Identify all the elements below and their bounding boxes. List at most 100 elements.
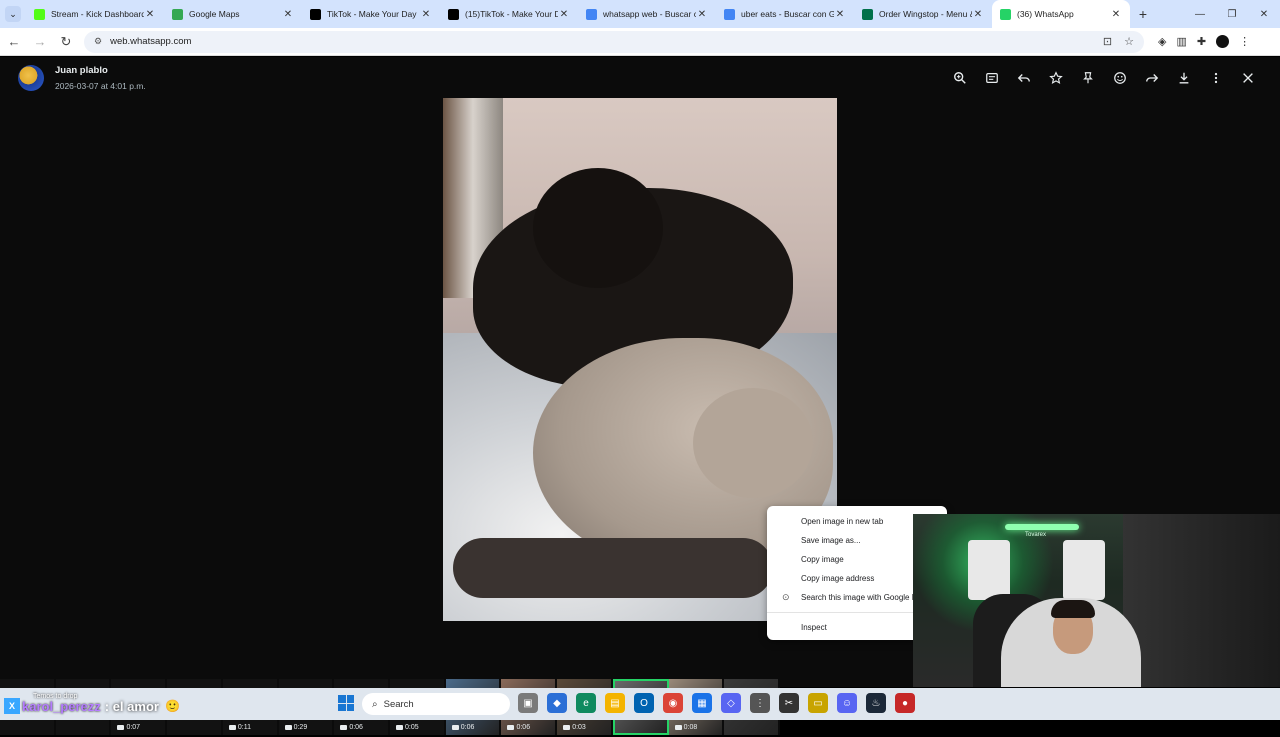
browser-tab[interactable]: (15)TikTok - Make Your Da ✕ bbox=[440, 0, 578, 28]
tab-title: (36) WhatsApp bbox=[1017, 9, 1074, 19]
tab-close-icon[interactable]: ✕ bbox=[558, 9, 570, 20]
taskbar-search-label: Search bbox=[383, 698, 414, 710]
stream-chat-line: X karol_perezz : el amor 🙂 bbox=[0, 692, 180, 720]
tab-search-button[interactable]: ⌄ bbox=[0, 0, 26, 28]
tab-favicon-icon bbox=[172, 8, 183, 20]
apps-grid-icon[interactable]: ⋮ bbox=[750, 693, 770, 713]
download-icon[interactable] bbox=[1168, 67, 1200, 89]
zoom-in-icon[interactable] bbox=[944, 67, 976, 89]
tab-title: uber eats - Buscar con Go bbox=[741, 9, 834, 19]
chat-message: : el amor bbox=[104, 698, 159, 714]
browser-tab[interactable]: uber eats - Buscar con Go ✕ bbox=[716, 0, 854, 28]
sender-avatar[interactable] bbox=[18, 65, 44, 91]
webcam-overlay: Tovarex bbox=[913, 514, 1280, 687]
chevron-down-icon: ⌄ bbox=[5, 6, 21, 22]
tab-close-icon[interactable]: ✕ bbox=[834, 9, 846, 20]
pin-icon[interactable] bbox=[1072, 67, 1104, 89]
extensions-puzzle-icon[interactable]: ✚ bbox=[1197, 35, 1206, 48]
browser-tab[interactable]: Stream - Kick Dashboard ✕ bbox=[26, 0, 164, 28]
caption-icon[interactable] bbox=[976, 67, 1008, 89]
discord-icon[interactable]: ☺ bbox=[837, 693, 857, 713]
browser-tab[interactable]: Order Wingstop - Menu & ✕ bbox=[854, 0, 992, 28]
tab-close-icon[interactable]: ✕ bbox=[282, 9, 294, 20]
address-bar: ← → ↻ ⚙ web.whatsapp.com ⊡ ☆ ◈ ▥ ✚ ⋮ bbox=[0, 28, 1280, 56]
site-info-icon[interactable]: ⚙ bbox=[94, 36, 102, 47]
video-duration: 0:07 bbox=[117, 724, 140, 731]
steam-icon[interactable]: ♨ bbox=[866, 693, 886, 713]
install-app-icon[interactable]: ⊡ bbox=[1103, 35, 1112, 48]
chat-badge-icon: X bbox=[4, 698, 20, 714]
tab-close-icon[interactable]: ✕ bbox=[696, 9, 708, 20]
capcut-icon[interactable]: ✂ bbox=[779, 693, 799, 713]
close-window-icon[interactable]: ✕ bbox=[1248, 9, 1280, 20]
ctx-label: Save image as... bbox=[801, 536, 861, 545]
tab-title: TikTok - Make Your Day bbox=[327, 9, 417, 19]
vpn-icon[interactable]: ◇ bbox=[721, 693, 741, 713]
tab-close-icon[interactable]: ✕ bbox=[420, 9, 432, 20]
tab-favicon-icon bbox=[862, 8, 873, 20]
cat-tail bbox=[453, 538, 773, 598]
tab-close-icon[interactable]: ✕ bbox=[1110, 9, 1122, 20]
reload-button[interactable]: ↻ bbox=[54, 34, 78, 50]
sender-info[interactable]: Juan plablo 2026-03-07 at 4:01 p.m. bbox=[18, 65, 146, 91]
led-sign-label: Tovarex bbox=[1025, 532, 1047, 538]
task-view-icon[interactable]: ▣ bbox=[518, 693, 538, 713]
profile-avatar[interactable] bbox=[1216, 35, 1230, 48]
video-camera-icon bbox=[451, 725, 459, 730]
new-tab-button[interactable]: + bbox=[1130, 6, 1156, 22]
url-text[interactable]: web.whatsapp.com bbox=[110, 36, 1103, 47]
browser-tab[interactable]: (36) WhatsApp ✕ bbox=[992, 0, 1130, 28]
more-icon[interactable] bbox=[1200, 67, 1232, 89]
restore-icon[interactable]: ❐ bbox=[1216, 9, 1248, 20]
browser-tab[interactable]: TikTok - Make Your Day ✕ bbox=[302, 0, 440, 28]
extension-icon-1[interactable]: ◈ bbox=[1158, 35, 1166, 48]
video-duration: 0:03 bbox=[563, 724, 586, 731]
forward-icon[interactable] bbox=[1136, 67, 1168, 89]
copilot-icon[interactable]: ◆ bbox=[547, 693, 567, 713]
ctx-label: Open image in new tab bbox=[801, 517, 884, 526]
video-camera-icon bbox=[396, 725, 404, 730]
notes-icon[interactable]: ▭ bbox=[808, 693, 828, 713]
edge-icon[interactable]: e bbox=[576, 693, 596, 713]
video-camera-icon bbox=[284, 725, 292, 730]
video-duration: 0:11 bbox=[228, 724, 251, 731]
reply-icon[interactable] bbox=[1008, 67, 1040, 89]
app-icon-extra[interactable]: ● bbox=[895, 693, 915, 713]
video-duration-text: 0:05 bbox=[405, 724, 419, 731]
star-icon[interactable] bbox=[1040, 67, 1072, 89]
video-duration-text: 0:06 bbox=[349, 724, 363, 731]
outlook-icon[interactable]: O bbox=[634, 693, 654, 713]
tab-close-icon[interactable]: ✕ bbox=[972, 9, 984, 20]
emoji-icon[interactable] bbox=[1104, 67, 1136, 89]
store-icon[interactable]: ▦ bbox=[692, 693, 712, 713]
jersey-right bbox=[1063, 540, 1105, 600]
taskbar-search[interactable]: ⌕ Search bbox=[362, 693, 510, 715]
video-camera-icon bbox=[563, 725, 571, 730]
back-button[interactable]: ← bbox=[2, 34, 26, 49]
tab-title: (15)TikTok - Make Your Da bbox=[465, 9, 558, 19]
file-explorer-icon[interactable]: ▤ bbox=[605, 693, 625, 713]
video-duration: 0:29 bbox=[284, 724, 307, 731]
video-duration: 0:06 bbox=[451, 724, 474, 731]
browser-tab[interactable]: Google Maps ✕ bbox=[164, 0, 302, 28]
minimize-icon[interactable]: — bbox=[1184, 9, 1216, 20]
led-sign bbox=[1005, 524, 1079, 530]
video-duration-text: 0:03 bbox=[572, 724, 586, 731]
chrome-menu-icon[interactable]: ⋮ bbox=[1239, 35, 1250, 48]
windows-start-icon[interactable] bbox=[338, 695, 354, 711]
extension-icon-2[interactable]: ▥ bbox=[1176, 35, 1186, 48]
tab-favicon-icon bbox=[310, 8, 321, 20]
bookmark-star-icon[interactable]: ☆ bbox=[1124, 35, 1134, 48]
omnibox[interactable]: ⚙ web.whatsapp.com ⊡ ☆ bbox=[84, 30, 1144, 53]
ctx-label: Inspect bbox=[801, 623, 827, 632]
forward-button[interactable]: → bbox=[28, 34, 52, 49]
video-camera-icon bbox=[674, 725, 682, 730]
sender-name: Juan plablo bbox=[55, 65, 108, 76]
close-icon[interactable] bbox=[1232, 67, 1264, 89]
video-camera-icon bbox=[117, 725, 125, 730]
ctx-label: Search this image with Google Lens bbox=[801, 593, 930, 602]
tab-favicon-icon bbox=[448, 8, 459, 20]
tab-close-icon[interactable]: ✕ bbox=[144, 9, 156, 20]
chrome-icon[interactable]: ◉ bbox=[663, 693, 683, 713]
browser-tab[interactable]: whatsapp web - Buscar co ✕ bbox=[578, 0, 716, 28]
